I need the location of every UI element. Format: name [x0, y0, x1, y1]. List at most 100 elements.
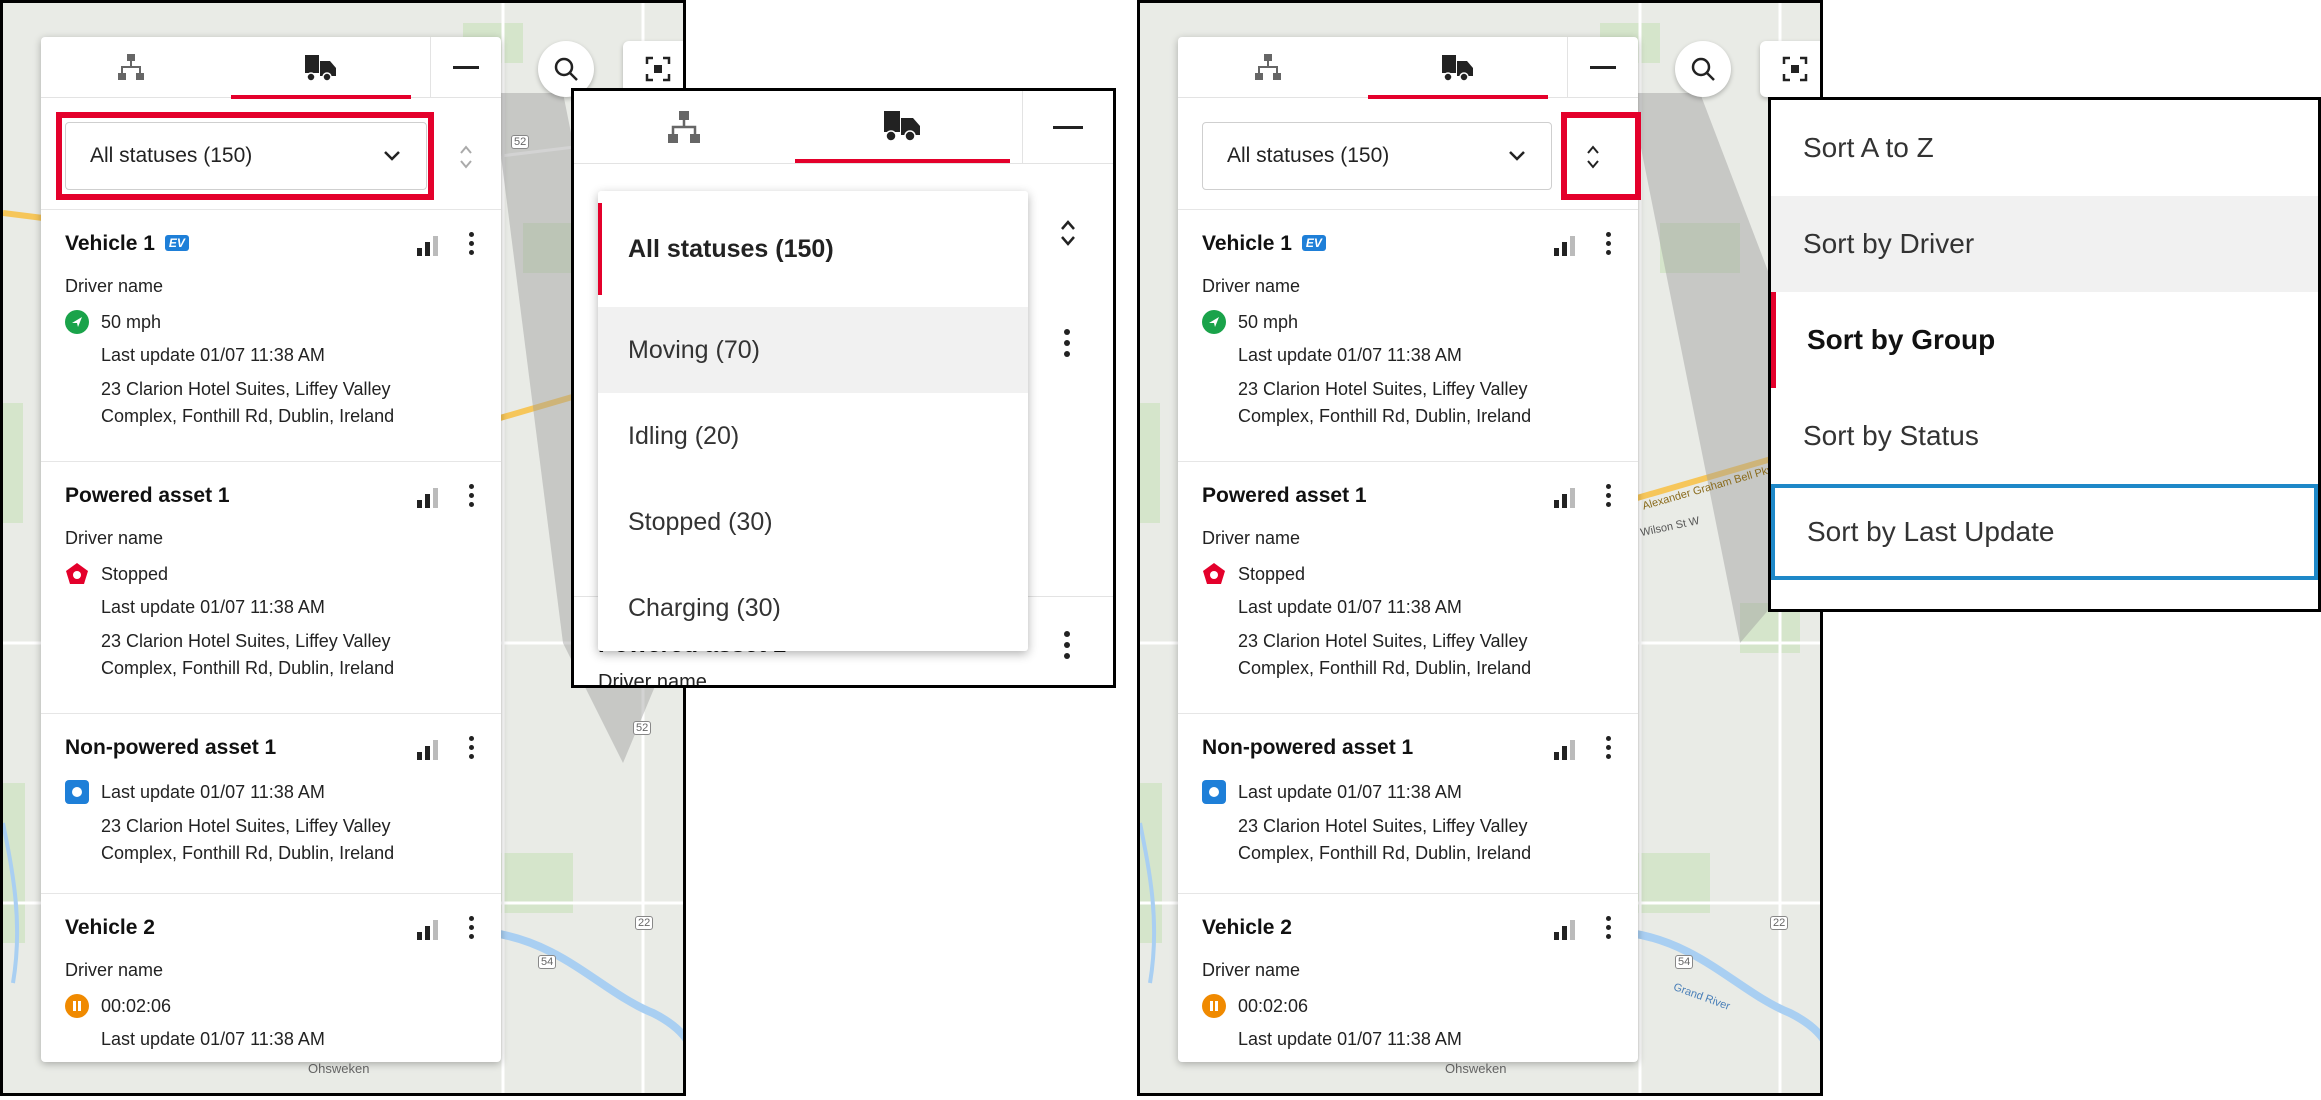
asset-list-item[interactable]: Vehicle 1 EV Driver name 50 mph Last upda… — [41, 209, 501, 461]
more-options-icon[interactable] — [467, 232, 475, 259]
tab-groups[interactable] — [574, 91, 794, 163]
panel-tabs — [41, 37, 501, 99]
status-option-stopped[interactable]: Stopped (30) — [598, 479, 1028, 565]
map-search-button[interactable] — [1675, 41, 1731, 97]
status-text: 50 mph — [1238, 312, 1299, 332]
idling-icon — [1202, 994, 1226, 1018]
minimize-panel-button[interactable] — [1567, 37, 1638, 97]
signal-strength-icon — [417, 236, 438, 256]
status-text: 50 mph — [101, 312, 162, 332]
map-route-52: 52 — [511, 135, 530, 149]
asset-list-item[interactable]: Powered asset 1 Driver name Stopped Last… — [1178, 461, 1638, 713]
more-options-icon[interactable] — [1064, 329, 1072, 357]
status-option-moving[interactable]: Moving (70) — [598, 307, 1028, 393]
asset-name: Non-powered asset 1 — [1202, 736, 1414, 759]
status-option-all[interactable]: All statuses (150) — [598, 191, 1028, 307]
panel-tabs — [1178, 37, 1638, 99]
more-options-icon[interactable] — [1064, 631, 1072, 659]
tab-assets[interactable] — [231, 37, 411, 99]
asset-list-item[interactable]: Powered asset 1 Driver name Stopped Last… — [41, 461, 501, 713]
sort-option-a-to-z[interactable]: Sort A to Z — [1771, 100, 2318, 196]
status-filter-select[interactable]: All statuses (150) — [1202, 122, 1552, 190]
asset-name: Vehicle 2 — [1202, 916, 1292, 939]
sort-menu-callout: Sort A to Z Sort by Driver Sort by Group… — [1768, 97, 2321, 612]
map-label-ohsweken: Ohsweken — [1445, 1061, 1507, 1076]
more-options-icon[interactable] — [1604, 916, 1612, 943]
status-dropdown-menu: All statuses (150) Moving (70) Idling (2… — [598, 191, 1028, 651]
tab-assets[interactable] — [1368, 37, 1548, 99]
asset-list-item[interactable]: Vehicle 1 EV Driver name 50 mph Last upda… — [1178, 209, 1638, 461]
asset-list-item[interactable]: Vehicle 2 Driver name 00:02:06 Last upda… — [1178, 893, 1638, 1062]
sort-arrows-icon[interactable] — [1059, 217, 1077, 249]
sort-option-last-update[interactable]: Sort by Last Update — [1771, 484, 2318, 580]
tab-assets[interactable] — [795, 91, 1010, 163]
last-update: Last update 01/07 11:38 AM — [1238, 345, 1462, 365]
ev-badge: EV — [1301, 235, 1326, 251]
address-line-2: Complex, Fonthill Rd, Dublin, Ireland — [1238, 406, 1532, 426]
asset-name: Vehicle 1 EV — [1202, 232, 1326, 256]
truck-icon — [305, 55, 336, 82]
address-line-1: 23 Clarion Hotel Suites, Liffey Valley — [101, 379, 391, 399]
moving-icon — [65, 310, 89, 334]
signal-strength-icon — [1554, 920, 1575, 940]
more-options-icon[interactable] — [467, 484, 475, 511]
more-options-icon[interactable] — [467, 916, 475, 943]
minimize-panel-button[interactable] — [1022, 91, 1113, 163]
signal-strength-icon — [417, 740, 438, 760]
peek-driver-name: Driver name — [598, 671, 707, 688]
signal-strength-icon — [1554, 488, 1575, 508]
hierarchy-icon — [1255, 54, 1281, 80]
minimize-panel-button[interactable] — [430, 37, 501, 97]
sort-option-driver[interactable]: Sort by Driver — [1771, 196, 2318, 292]
sort-option-group[interactable]: Sort by Group — [1771, 292, 2318, 388]
last-update: Last update 01/07 11:38 AM — [1238, 1029, 1462, 1049]
address-line-1: 23 Clarion Hotel Suites, Liffey Valley — [101, 631, 391, 651]
last-update: Last update 01/07 11:38 AM — [101, 345, 325, 365]
status-option-charging[interactable]: Charging (30) — [598, 565, 1028, 651]
chevron-down-icon — [1509, 151, 1525, 161]
address-line-1: 23 Clarion Hotel Suites, Liffey Valley — [101, 816, 391, 836]
stopped-icon — [66, 563, 88, 584]
sort-option-status[interactable]: Sort by Status — [1771, 388, 2318, 484]
asset-name: Powered asset 1 — [1202, 484, 1367, 507]
address-line-1: 23 Clarion Hotel Suites, Liffey Valley — [1238, 379, 1528, 399]
idling-icon — [65, 994, 89, 1018]
highlight-status-filter — [56, 112, 434, 200]
tab-groups[interactable] — [1178, 37, 1358, 97]
signal-strength-icon — [417, 488, 438, 508]
driver-name: Driver name — [1202, 528, 1301, 548]
driver-name: Driver name — [65, 960, 164, 980]
status-filter-value: All statuses (150) — [1227, 144, 1390, 167]
more-options-icon[interactable] — [1604, 232, 1612, 259]
more-options-icon[interactable] — [467, 736, 475, 763]
map-route-22: 22 — [1770, 916, 1789, 930]
address-line-2: Complex, Fonthill Rd, Dublin, Ireland — [101, 658, 395, 678]
signal-strength-icon — [1554, 740, 1575, 760]
map-fit-button[interactable] — [1760, 41, 1820, 97]
last-update: Last update 01/07 11:38 AM — [1238, 597, 1462, 617]
address-line-1: 23 Clarion Hotel Suites, Liffey Valley — [1238, 631, 1528, 651]
more-options-icon[interactable] — [1604, 484, 1612, 511]
map-label-ohsweken: Ohsweken — [308, 1061, 370, 1076]
asset-list: Vehicle 1 EV Driver name 50 mph Last upda… — [41, 209, 501, 1062]
asset-list-item[interactable]: Vehicle 2 Driver name 00:02:06 Last upda… — [41, 893, 501, 1062]
fit-bounds-icon — [645, 56, 671, 82]
map-frame-right: Ohsweken Alexander Graham Bell Pkwy Wils… — [1137, 0, 1823, 1096]
asset-name: Vehicle 1 EV — [65, 232, 189, 256]
tab-groups[interactable] — [41, 37, 221, 97]
search-icon — [554, 57, 578, 81]
asset-list-item[interactable]: Non-powered asset 1 Last update 01/07 11… — [41, 713, 501, 893]
asset-name: Powered asset 1 — [65, 484, 230, 507]
signal-strength-icon — [1554, 236, 1575, 256]
asset-name: Non-powered asset 1 — [65, 736, 277, 759]
last-update: Last update 01/07 11:38 AM — [101, 1029, 325, 1049]
last-update: Last update 01/07 11:38 AM — [1238, 782, 1462, 802]
highlight-sort-button — [1561, 112, 1641, 200]
sort-button[interactable] — [451, 137, 481, 177]
asset-list-item[interactable]: Non-powered asset 1 Last update 01/07 11… — [1178, 713, 1638, 893]
status-option-idling[interactable]: Idling (20) — [598, 393, 1028, 479]
ev-badge: EV — [164, 235, 189, 251]
asset-name: Vehicle 2 — [65, 916, 155, 939]
address-line-2: Complex, Fonthill Rd, Dublin, Ireland — [101, 843, 395, 863]
more-options-icon[interactable] — [1604, 736, 1612, 763]
